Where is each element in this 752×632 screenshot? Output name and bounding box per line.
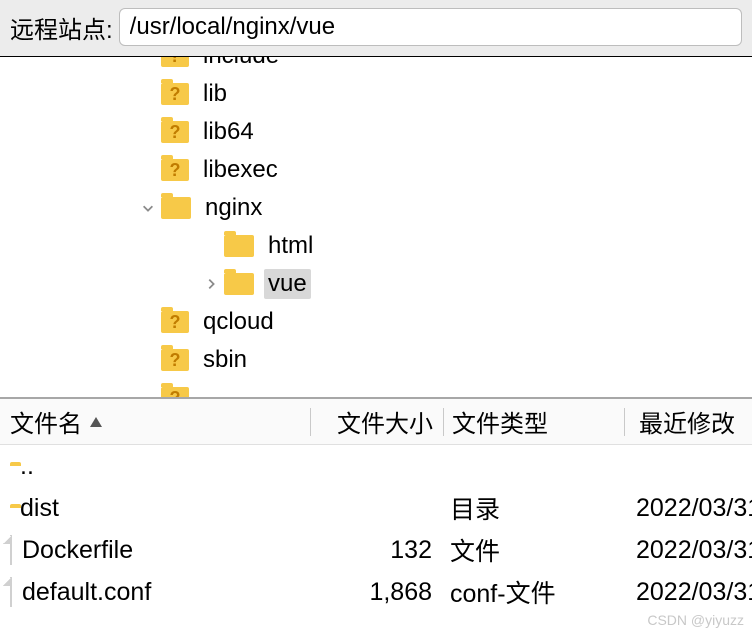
column-size[interactable]: 文件大小 bbox=[311, 404, 443, 439]
column-modified[interactable]: 最近修改 bbox=[625, 404, 752, 439]
folder-icon bbox=[224, 273, 254, 295]
folder-unknown-icon: ? bbox=[161, 83, 189, 105]
tree-item[interactable]: ? include bbox=[0, 57, 752, 75]
file-name: dist bbox=[20, 494, 59, 523]
tree-item-label: include bbox=[199, 57, 283, 71]
chevron-right-icon[interactable] bbox=[198, 277, 224, 291]
tree-item-label: vue bbox=[264, 269, 311, 299]
tree-item[interactable]: html bbox=[0, 227, 752, 265]
column-name-label: 文件名 bbox=[10, 404, 82, 439]
file-name: Dockerfile bbox=[22, 536, 133, 565]
file-list[interactable]: ..dist目录2022/03/31Dockerfile132文件2022/03… bbox=[0, 445, 752, 613]
folder-unknown-icon: ? bbox=[161, 387, 189, 399]
file-row[interactable]: dist 目录2022/03/31 bbox=[0, 487, 752, 529]
file-icon bbox=[10, 578, 12, 607]
tree-item-label: html bbox=[264, 231, 317, 261]
folder-icon bbox=[224, 235, 254, 257]
chevron-down-icon[interactable] bbox=[135, 201, 161, 215]
file-type: 文件 bbox=[442, 532, 622, 568]
file-row[interactable]: .. bbox=[0, 445, 752, 487]
remote-path-input[interactable] bbox=[119, 8, 742, 46]
file-type: conf-文件 bbox=[442, 574, 622, 610]
tree-item-label: lib bbox=[199, 79, 231, 109]
tree-item[interactable]: ? lib bbox=[0, 75, 752, 113]
tree-item-label: sbin bbox=[199, 345, 251, 375]
folder-unknown-icon: ? bbox=[161, 159, 189, 181]
tree-item[interactable]: nginx bbox=[0, 189, 752, 227]
column-name[interactable]: 文件名 bbox=[0, 404, 310, 439]
tree-item-label bbox=[199, 397, 207, 399]
folder-unknown-icon: ? bbox=[161, 57, 189, 67]
file-type: 目录 bbox=[442, 490, 622, 526]
tree-item[interactable]: ? libexec bbox=[0, 151, 752, 189]
remote-tree-pane[interactable]: ? include? lib? lib64? libexec nginx html vue? q… bbox=[0, 57, 752, 399]
file-modified: 2022/03/31 bbox=[622, 578, 752, 607]
tree-item-label: qcloud bbox=[199, 307, 278, 337]
folder-unknown-icon: ? bbox=[161, 349, 189, 371]
column-size-label: 文件大小 bbox=[337, 411, 433, 438]
tree-item-label: nginx bbox=[201, 193, 266, 223]
tree-item[interactable]: vue bbox=[0, 265, 752, 303]
file-row[interactable]: default.conf 1,868conf-文件2022/03/31 bbox=[0, 571, 752, 613]
tree-item-label: lib64 bbox=[199, 117, 258, 147]
tree-item[interactable]: ? bbox=[0, 379, 752, 399]
file-row[interactable]: Dockerfile 132文件2022/03/31 bbox=[0, 529, 752, 571]
folder-unknown-icon: ? bbox=[161, 311, 189, 333]
tree-item[interactable]: ? lib64 bbox=[0, 113, 752, 151]
file-modified: 2022/03/31 bbox=[622, 494, 752, 523]
tree-item[interactable]: ? sbin bbox=[0, 341, 752, 379]
file-size: 1,868 bbox=[310, 578, 442, 607]
sort-asc-icon bbox=[88, 415, 104, 429]
column-type-label: 文件类型 bbox=[452, 411, 548, 438]
folder-icon bbox=[161, 197, 191, 219]
file-icon bbox=[10, 536, 12, 565]
file-size: 132 bbox=[310, 536, 442, 565]
tree-item[interactable]: ? qcloud bbox=[0, 303, 752, 341]
file-name: default.conf bbox=[22, 578, 151, 607]
folder-unknown-icon: ? bbox=[161, 121, 189, 143]
remote-site-label: 远程站点: bbox=[10, 10, 113, 45]
column-modified-label: 最近修改 bbox=[639, 411, 735, 438]
tree-item-label: libexec bbox=[199, 155, 282, 185]
remote-path-bar: 远程站点: bbox=[0, 0, 752, 57]
file-list-header: 文件名 文件大小 文件类型 最近修改 bbox=[0, 399, 752, 445]
file-modified: 2022/03/31 bbox=[622, 536, 752, 565]
column-type[interactable]: 文件类型 bbox=[444, 404, 624, 439]
file-name: .. bbox=[20, 452, 34, 481]
watermark: CSDN @yiyuzz bbox=[647, 612, 744, 628]
